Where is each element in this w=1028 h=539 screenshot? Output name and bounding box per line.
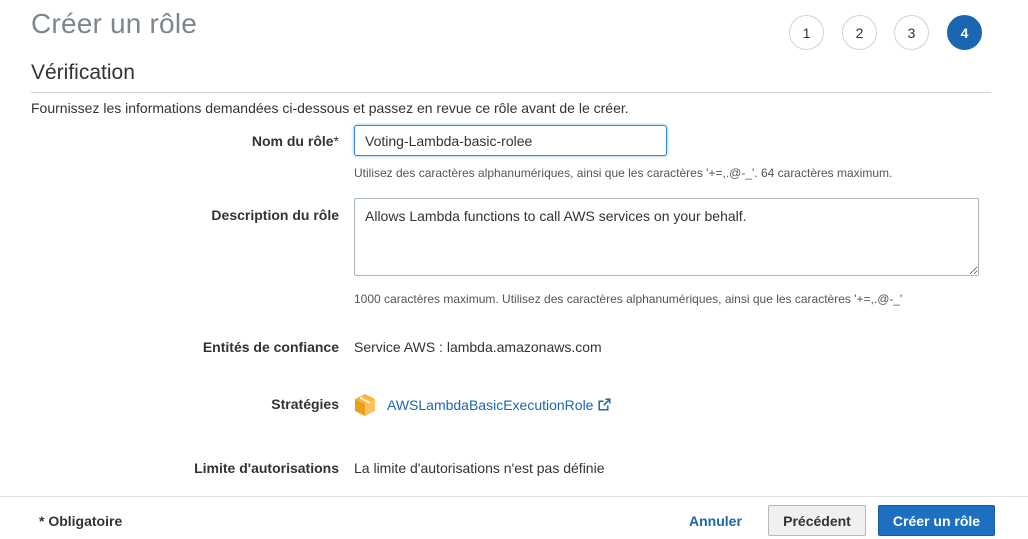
role-name-label-text: Nom du rôle [251, 133, 334, 149]
policies-label: Stratégies [271, 396, 339, 412]
role-name-hint: Utilisez des caractères alphanumériques,… [354, 166, 893, 180]
footer-divider [0, 496, 1028, 497]
description-label: Description du rôle [211, 207, 339, 223]
external-link-icon[interactable] [598, 397, 612, 411]
permissions-boundary-value: La limite d'autorisations n'est pas défi… [354, 460, 605, 476]
trusted-entities-value: Service AWS : lambda.amazonaws.com [354, 339, 602, 355]
step-2[interactable]: 2 [842, 15, 877, 50]
required-mark: * [333, 133, 339, 149]
policy-link[interactable]: AWSLambdaBasicExecutionRole [387, 397, 593, 413]
section-divider [31, 92, 991, 93]
step-1[interactable]: 1 [789, 15, 824, 50]
previous-button[interactable]: Précédent [768, 505, 866, 536]
trusted-entities-label: Entités de confiance [202, 339, 339, 355]
create-role-button[interactable]: Créer un rôle [878, 505, 995, 536]
package-cube-icon [355, 394, 375, 416]
section-title: Vérification [31, 61, 135, 84]
description-textarea[interactable]: Allows Lambda functions to call AWS serv… [354, 198, 979, 276]
permissions-boundary-label: Limite d'autorisations [194, 460, 339, 476]
role-name-label: Nom du rôle* [252, 133, 339, 149]
role-name-input[interactable] [354, 125, 667, 156]
page-title: Créer un rôle [31, 8, 198, 39]
description-hint: 1000 caractères maximum. Utilisez des ca… [354, 292, 903, 306]
cancel-button[interactable]: Annuler [689, 513, 742, 529]
required-note: * Obligatoire [39, 513, 123, 529]
step-4-active[interactable]: 4 [947, 15, 982, 50]
policy-row: AWSLambdaBasicExecutionRole [354, 393, 612, 417]
step-3[interactable]: 3 [894, 15, 929, 50]
intro-text: Fournissez les informations demandées ci… [31, 100, 629, 116]
